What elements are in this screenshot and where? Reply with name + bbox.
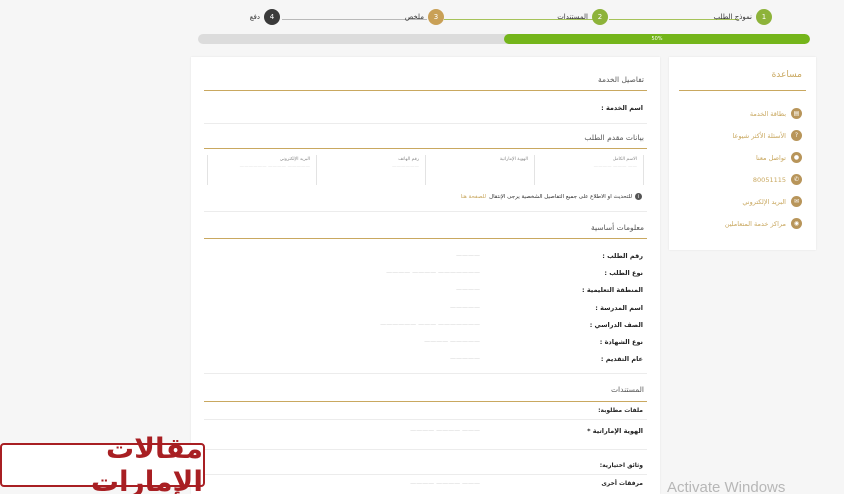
step-documents[interactable]: 2 المستندات xyxy=(557,9,608,25)
help-item-label: بطاقة الخدمة xyxy=(749,109,786,118)
applicant-value: ————— ———— —————— xyxy=(239,165,310,170)
row-divider xyxy=(204,449,647,450)
applicant-phone: رقم الهاتف —————— xyxy=(316,155,425,185)
application-year-value: ————— xyxy=(450,355,480,362)
education-zone-label: المنطقة التعليمية : xyxy=(581,286,643,294)
profile-update-notice: i للتحديث او الاطلاع على جميع التفاصيل ا… xyxy=(461,193,642,200)
service-name-label: اسم الخدمة : xyxy=(601,104,643,112)
question-icon: ? xyxy=(791,130,802,141)
step-number: 1 xyxy=(756,9,772,25)
help-item-email[interactable]: ✉ البريد الإلكتروني xyxy=(742,196,802,207)
applicant-title: بيانات مقدم الطلب xyxy=(584,133,644,142)
applicant-key: الاسم الكامل xyxy=(612,157,637,162)
help-title: مساعدة xyxy=(771,70,802,80)
help-item-label: مراكز خدمة المتعاملين xyxy=(724,219,786,228)
info-icon: i xyxy=(635,193,642,200)
applicant-value: —————— xyxy=(392,165,419,170)
section-divider xyxy=(204,238,647,239)
help-item-label: تواصل معنا xyxy=(755,153,786,162)
logo-text: مقالات الإمارات xyxy=(90,432,203,494)
documents-title: المستندات xyxy=(610,385,644,394)
other-attachments-value[interactable]: ——— ———— ———— xyxy=(410,480,480,487)
help-item-label: الأسئلة الأكثر شيوعا xyxy=(732,131,786,140)
applicant-email: البريد الإلكتروني ————— ———— —————— xyxy=(207,155,316,185)
section-divider xyxy=(204,401,647,402)
help-item-service-card[interactable]: ▤ بطاقة الخدمة xyxy=(750,108,802,119)
applicant-key: الهوية الإماراتية xyxy=(499,157,528,162)
row-divider xyxy=(204,474,647,475)
optional-docs-label: وثائق اختيارية: xyxy=(599,462,643,469)
step-payment[interactable]: 4 دفع xyxy=(250,9,280,25)
applicant-value: —— ——— ———— xyxy=(593,165,637,170)
progress-fill: 50% xyxy=(504,34,810,44)
application-year-label: عام التقديم : xyxy=(600,355,643,363)
required-files-label: ملفات مطلوبة: xyxy=(598,407,643,414)
request-type-label: نوع الطلب : xyxy=(604,269,643,277)
help-item-phone[interactable]: ✆ 80051115 xyxy=(753,174,802,185)
emirates-id-doc-value[interactable]: ——— ———— ———— xyxy=(410,427,480,434)
school-name-label: اسم المدرسة : xyxy=(595,304,643,312)
help-item-label: البريد الإلكتروني xyxy=(742,197,786,206)
page: 1 نموذج الطلب 2 المستندات 3 ملخص 4 دفع 5… xyxy=(0,0,844,494)
grade-value: ——————— ——— —————— xyxy=(380,321,480,328)
progress-bar: 50% xyxy=(198,34,810,44)
applicant-key: البريد الإلكتروني xyxy=(279,157,310,162)
row-divider xyxy=(204,373,647,374)
basic-info-title: معلومات أساسية xyxy=(591,223,644,232)
certificate-type-label: نوع الشهادة : xyxy=(599,338,643,346)
applicant-key: رقم الهاتف xyxy=(398,157,419,162)
step-number: 3 xyxy=(428,9,444,25)
step-summary[interactable]: 3 ملخص xyxy=(405,9,444,25)
step-number: 2 xyxy=(592,9,608,25)
step-number: 4 xyxy=(264,9,280,25)
applicant-emirates-id: الهوية الإماراتية xyxy=(425,155,534,185)
activate-windows-overlay: Activate Windows xyxy=(667,479,786,494)
applicant-fullname: الاسم الكامل —— ——— ———— xyxy=(534,155,643,185)
service-details-title: تفاصيل الخدمة xyxy=(597,75,644,84)
step-request-form[interactable]: 1 نموذج الطلب xyxy=(714,9,772,25)
step-label: دفع xyxy=(249,13,260,21)
location-icon: ● xyxy=(791,152,802,163)
notice-text: للتحديث او الاطلاع على جميع التفاصيل الش… xyxy=(489,193,632,200)
step-label: المستندات xyxy=(557,13,588,21)
emirates-id-doc-label: الهوية الإماراتية * xyxy=(587,427,643,435)
mail-icon: ✉ xyxy=(791,196,802,207)
phone-icon: ✆ xyxy=(791,174,802,185)
request-type-value: ——————— ———— ———— xyxy=(386,269,480,276)
row-divider xyxy=(204,211,647,212)
help-divider xyxy=(679,90,806,91)
step-label: نموذج الطلب xyxy=(713,13,752,21)
step-label: ملخص xyxy=(404,13,424,21)
help-item-faq[interactable]: ? الأسئلة الأكثر شيوعا xyxy=(733,130,802,141)
request-form-panel: تفاصيل الخدمة اسم الخدمة : بيانات مقدم ا… xyxy=(191,57,660,494)
row-divider xyxy=(204,123,647,124)
request-stepper: 1 نموذج الطلب 2 المستندات 3 ملخص 4 دفع xyxy=(232,9,772,31)
request-number-label: رقم الطلب : xyxy=(602,252,643,260)
help-item-label: 80051115 xyxy=(752,175,786,184)
education-zone-value: ———— xyxy=(456,286,480,293)
section-divider xyxy=(204,90,647,91)
school-name-value: ————— xyxy=(450,304,480,311)
help-panel: مساعدة ▤ بطاقة الخدمة ? الأسئلة الأكثر ش… xyxy=(669,57,816,250)
grade-label: الصف الدراسي : xyxy=(589,321,643,329)
help-item-service-centers[interactable]: ◉ مراكز خدمة المتعاملين xyxy=(725,218,802,229)
applicant-info-grid: الاسم الكامل —— ——— ———— الهوية الإمارات… xyxy=(207,155,644,185)
profile-page-link[interactable]: للصفحة هنا xyxy=(461,194,487,200)
other-attachments-label: مرفقات أخرى xyxy=(601,480,643,487)
certificate-type-value: ————— ———— xyxy=(424,338,480,345)
help-item-contact[interactable]: ● تواصل معنا xyxy=(756,152,802,163)
service-center-icon: ◉ xyxy=(791,218,802,229)
document-icon: ▤ xyxy=(791,108,802,119)
watermark-logo: مقالات الإمارات xyxy=(0,432,205,494)
row-divider xyxy=(204,419,647,420)
section-divider xyxy=(204,148,647,149)
request-number-value: ———— xyxy=(456,252,480,259)
